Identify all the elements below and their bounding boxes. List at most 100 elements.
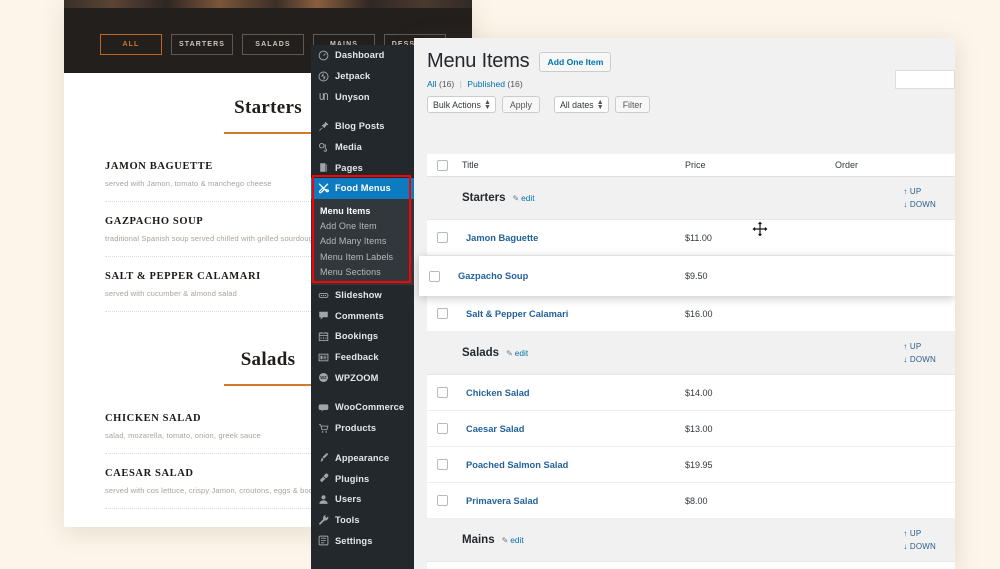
menu-item-link[interactable]: Caesar Salad bbox=[462, 424, 524, 434]
site-filter-tab-salads[interactable]: SALADS bbox=[242, 34, 304, 55]
sidebar-item-appearance[interactable]: Appearance bbox=[311, 448, 414, 469]
site-filter-tab-starters[interactable]: STARTERS bbox=[171, 34, 233, 55]
submenu-item-menu-items[interactable]: Menu Items bbox=[320, 203, 414, 218]
wp-admin-main-panel: Menu Items Add One Item All (16) | Publi… bbox=[414, 38, 955, 569]
table-row[interactable]: Gazpacho Soup $9.50 bbox=[419, 256, 955, 296]
move-section-up-button[interactable]: ↑ UP bbox=[903, 186, 936, 199]
row-price-cell: $8.00 bbox=[685, 495, 708, 506]
view-published-link[interactable]: Published bbox=[467, 79, 505, 89]
sidebar-item-label: Bookings bbox=[335, 331, 379, 342]
sidebar-item-woocommerce[interactable]: WooCommerce bbox=[311, 397, 414, 418]
sidebar-item-tools[interactable]: Tools bbox=[311, 510, 414, 531]
sidebar-item-users[interactable]: Users bbox=[311, 489, 414, 510]
wp-admin-sidebar: Dashboard Jetpack Unyson Blog Posts Media Pag… bbox=[311, 45, 414, 569]
submenu-item-menu-item-labels[interactable]: Menu Item Labels bbox=[320, 249, 414, 264]
sidebar-group-separator bbox=[311, 388, 414, 397]
submenu-item-add-many-items[interactable]: Add Many Items bbox=[320, 234, 414, 249]
table-row[interactable]: Poached Salmon Salad $19.95 bbox=[427, 447, 955, 483]
row-checkbox[interactable] bbox=[437, 423, 448, 434]
sidebar-item-unyson[interactable]: Unyson bbox=[311, 86, 414, 107]
pencil-icon: ✎ bbox=[501, 536, 509, 545]
move-section-up-button[interactable]: ↑ UP bbox=[903, 528, 936, 541]
row-checkbox[interactable] bbox=[437, 387, 448, 398]
sidebar-item-pages[interactable]: Pages bbox=[311, 157, 414, 178]
row-title-cell: Caesar Salad bbox=[458, 424, 685, 434]
menu-item-link[interactable]: Salt & Pepper Calamari bbox=[462, 309, 568, 319]
bulk-actions-select[interactable]: Bulk Actions ▲ ▼ bbox=[427, 96, 496, 113]
table-row[interactable]: Chicken Salad $14.00 bbox=[427, 375, 955, 411]
sidebar-item-media[interactable]: Media bbox=[311, 137, 414, 158]
move-section-up-button[interactable]: ↑ UP bbox=[903, 341, 936, 354]
menu-item-link[interactable]: Jamon Baguette bbox=[462, 233, 538, 243]
row-checkbox[interactable] bbox=[437, 495, 448, 506]
move-section-down-button[interactable]: ↓ DOWN bbox=[903, 199, 936, 212]
sidebar-item-comments[interactable]: Comments bbox=[311, 305, 414, 326]
table-row[interactable]: Caesar Salad $13.00 bbox=[427, 411, 955, 447]
menu-item-link[interactable]: Chicken Salad bbox=[462, 388, 530, 398]
move-section-down-button[interactable]: ↓ DOWN bbox=[903, 354, 936, 367]
section-edit-link[interactable]: ✎ edit bbox=[512, 193, 534, 203]
food-menus-submenu: Menu Items Add One Item Add Many Items Menu… bbox=[311, 198, 414, 285]
sidebar-item-products[interactable]: Products bbox=[311, 418, 414, 439]
wrench-icon bbox=[318, 514, 329, 526]
select-all-checkbox[interactable] bbox=[437, 159, 448, 171]
cart-icon bbox=[318, 423, 329, 434]
row-checkbox[interactable] bbox=[437, 308, 448, 319]
section-order-controls: ↑ UP ↓ DOWN bbox=[903, 341, 936, 366]
menu-item-link[interactable]: Gazpacho Soup bbox=[454, 271, 528, 281]
apply-button[interactable]: Apply bbox=[501, 96, 540, 113]
sidebar-item-label: Media bbox=[335, 142, 362, 153]
search-input[interactable] bbox=[895, 70, 955, 89]
row-title-cell: Salt & Pepper Calamari bbox=[458, 309, 685, 319]
sidebar-item-label: WPZOOM bbox=[335, 372, 379, 383]
section-edit-link[interactable]: ✎ edit bbox=[502, 535, 524, 545]
filter-button[interactable]: Filter bbox=[614, 96, 651, 113]
section-header-row: Starters ✎ edit ↑ UP ↓ DOWN bbox=[427, 177, 955, 220]
sidebar-item-wpzoom[interactable]: WZ WPZOOM bbox=[311, 367, 414, 388]
wpzoom-icon: WZ bbox=[318, 372, 329, 383]
section-edit-label: edit bbox=[521, 193, 535, 203]
submenu-item-menu-sections[interactable]: Menu Sections bbox=[320, 264, 414, 279]
submenu-item-add-one-item[interactable]: Add One Item bbox=[320, 218, 414, 233]
sidebar-item-slideshow[interactable]: Slideshow bbox=[311, 285, 414, 306]
add-one-item-button[interactable]: Add One Item bbox=[539, 51, 612, 72]
sidebar-item-plugins[interactable]: Plugins bbox=[311, 468, 414, 489]
sidebar-item-label: Comments bbox=[335, 310, 384, 321]
table-row[interactable]: Salt & Pepper Calamari $16.00 bbox=[427, 296, 955, 332]
view-all-link[interactable]: All bbox=[427, 79, 437, 89]
row-checkbox[interactable] bbox=[437, 459, 448, 470]
date-filter-select[interactable]: All dates ▲ ▼ bbox=[553, 96, 609, 113]
sidebar-item-label: Slideshow bbox=[335, 290, 382, 301]
slideshow-icon bbox=[318, 290, 329, 301]
sidebar-item-feedback[interactable]: Feedback bbox=[311, 347, 414, 368]
sidebar-item-settings[interactable]: Settings bbox=[311, 530, 414, 551]
views-separator: | bbox=[459, 79, 462, 89]
table-row[interactable]: Primavera Salad $8.00 bbox=[427, 483, 955, 519]
row-checkbox-cell bbox=[427, 459, 458, 470]
row-title-cell: Gazpacho Soup bbox=[450, 271, 685, 281]
sidebar-item-bookings[interactable]: Bookings bbox=[311, 326, 414, 347]
row-checkbox[interactable] bbox=[437, 232, 448, 243]
sidebar-item-food-menus[interactable]: Food Menus bbox=[311, 178, 414, 199]
table-row[interactable]: Vegetarian Pizza$16.00 bbox=[427, 562, 955, 569]
section-name: Salads bbox=[462, 347, 500, 359]
section-order-controls: ↑ UP ↓ DOWN bbox=[903, 528, 936, 553]
table-row[interactable]: Jamon Baguette $11.00 bbox=[427, 220, 955, 256]
row-price-cell: $14.00 bbox=[685, 387, 713, 398]
order-up-label: UP bbox=[909, 342, 922, 351]
sidebar-item-jetpack[interactable]: Jetpack bbox=[311, 66, 414, 87]
section-divider-rule bbox=[224, 132, 312, 134]
move-section-down-button[interactable]: ↓ DOWN bbox=[903, 541, 936, 554]
menu-item-link[interactable]: Primavera Salad bbox=[462, 496, 538, 506]
column-header-title[interactable]: Title bbox=[458, 160, 685, 170]
column-header-order[interactable]: Order bbox=[835, 160, 955, 170]
sidebar-item-blog-posts[interactable]: Blog Posts bbox=[311, 116, 414, 137]
column-header-price[interactable]: Price bbox=[685, 160, 835, 170]
row-checkbox[interactable] bbox=[429, 270, 440, 282]
menu-item-link[interactable]: Poached Salmon Salad bbox=[462, 460, 568, 470]
sidebar-item-dashboard[interactable]: Dashboard bbox=[311, 45, 414, 66]
sidebar-menu-list: Dashboard Jetpack Unyson Blog Posts Media Pag… bbox=[311, 45, 414, 551]
section-edit-label: edit bbox=[514, 348, 529, 358]
section-edit-link[interactable]: ✎ edit bbox=[506, 348, 528, 358]
site-filter-tab-all[interactable]: ALL bbox=[100, 34, 162, 55]
